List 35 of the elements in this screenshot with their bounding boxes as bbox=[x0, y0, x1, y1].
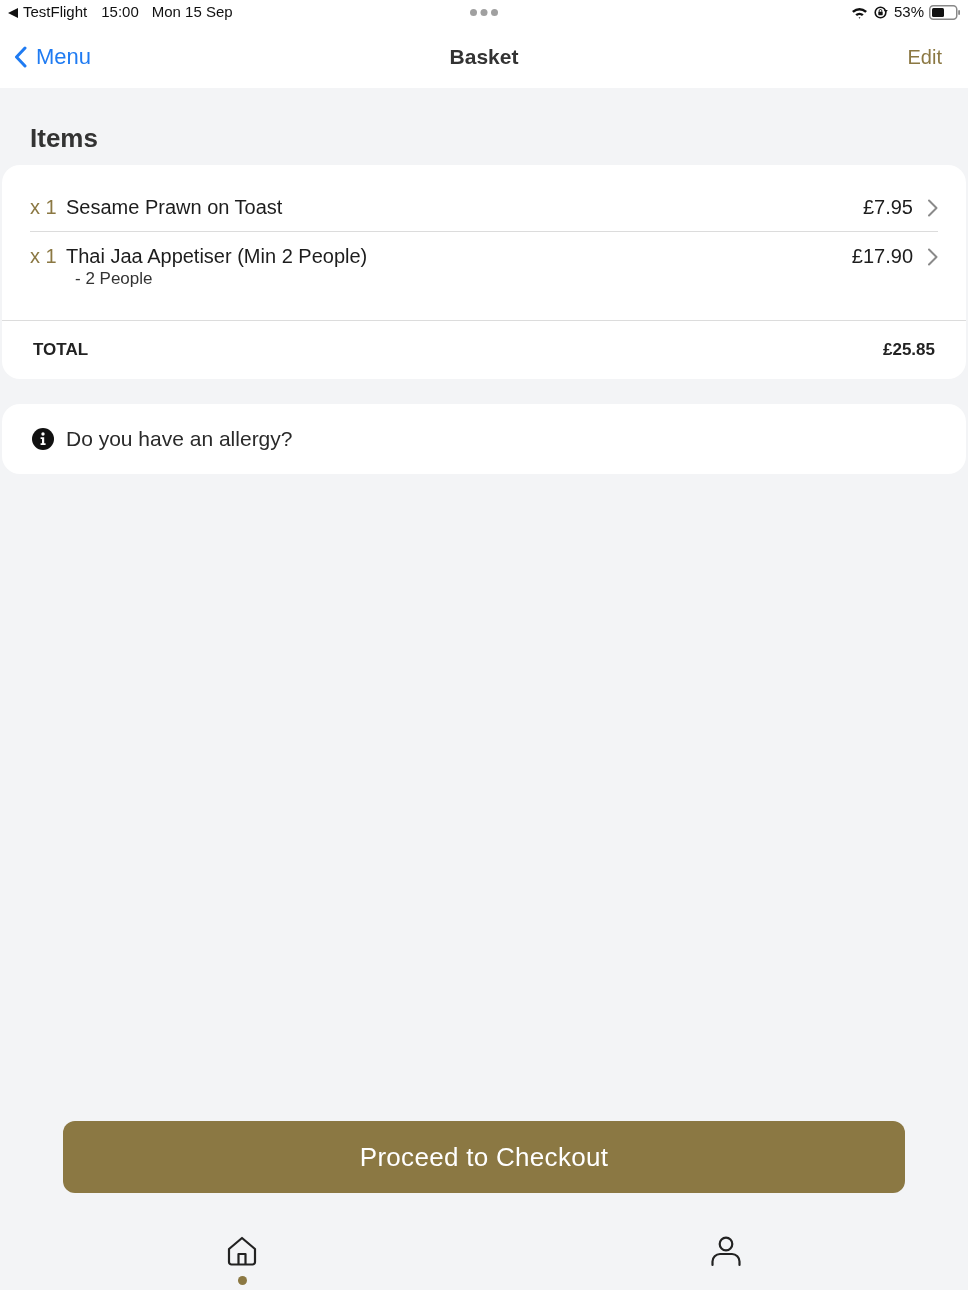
item-price: £17.90 bbox=[851, 244, 913, 268]
item-quantity: x 1 bbox=[30, 244, 58, 268]
home-tab[interactable] bbox=[227, 1236, 257, 1285]
back-button[interactable]: Menu bbox=[14, 40, 92, 73]
checkout-button[interactable]: Proceed to Checkout bbox=[63, 1121, 905, 1193]
chevron-right-icon bbox=[927, 199, 938, 217]
total-amount: £25.85 bbox=[883, 339, 935, 362]
item-price: £7.95 bbox=[862, 195, 913, 219]
wifi-icon bbox=[850, 6, 868, 19]
back-app-label[interactable]: TestFlight bbox=[23, 1, 88, 24]
rotation-lock-icon bbox=[872, 5, 889, 20]
info-icon bbox=[32, 428, 54, 450]
allergy-prompt: Do you have an allergy? bbox=[66, 426, 293, 453]
edit-button[interactable]: Edit bbox=[907, 41, 942, 72]
allergy-card[interactable]: Do you have an allergy? bbox=[2, 404, 966, 474]
battery-percentage: 53% bbox=[893, 2, 924, 23]
total-label: TOTAL bbox=[33, 339, 89, 362]
status-time: 15:00 bbox=[101, 2, 139, 23]
selected-dot-icon bbox=[237, 1276, 247, 1285]
item-name: Sesame Prawn on Toast bbox=[66, 195, 283, 219]
item-name: Thai Jaa Appetiser (Min 2 People) bbox=[66, 244, 368, 268]
home-icon[interactable] bbox=[227, 1236, 257, 1267]
battery-icon bbox=[929, 5, 960, 20]
item-option: - 2 People bbox=[75, 268, 368, 290]
person-icon[interactable] bbox=[711, 1236, 741, 1267]
back-chevron-icon[interactable] bbox=[14, 45, 28, 68]
basket-item-row[interactable]: x 1 Sesame Prawn on Toast £7.95 bbox=[30, 165, 938, 232]
status-date: Mon 15 Sep bbox=[151, 2, 233, 23]
page-title: Basket bbox=[449, 43, 519, 70]
section-heading: Items bbox=[30, 123, 99, 153]
item-quantity: x 1 bbox=[30, 195, 58, 219]
ellipsis-icon[interactable] bbox=[470, 9, 498, 16]
basket-item-row[interactable]: x 1 Thai Jaa Appetiser (Min 2 People) - 2 People £17.90 bbox=[30, 232, 938, 320]
chevron-right-icon bbox=[927, 248, 938, 266]
back-triangle-icon[interactable] bbox=[8, 7, 18, 18]
